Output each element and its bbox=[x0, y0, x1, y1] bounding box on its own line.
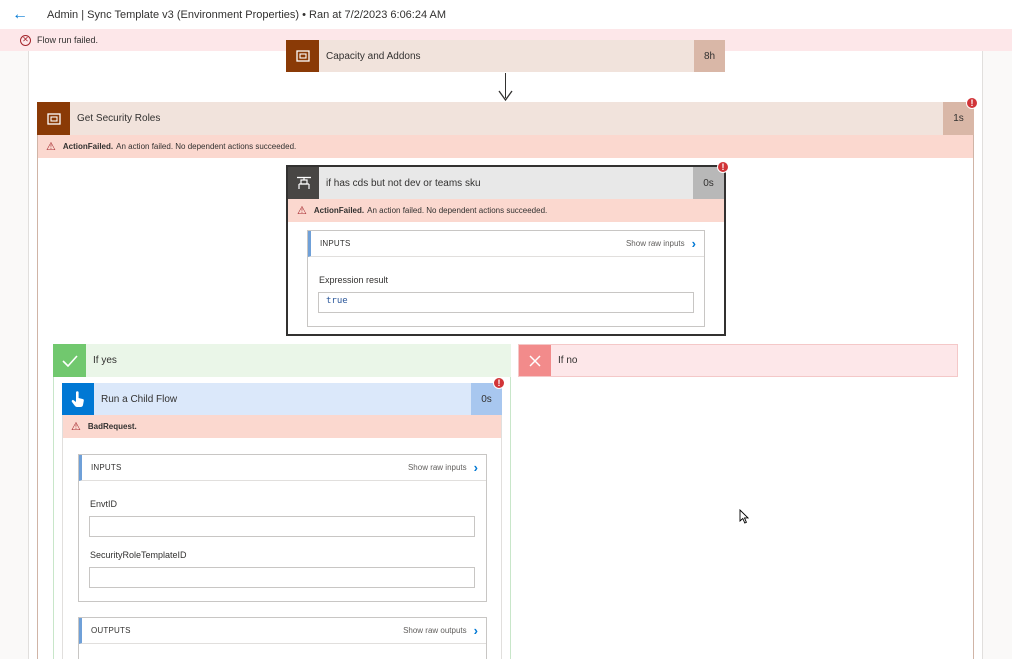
error-code: ActionFailed. bbox=[62, 142, 114, 151]
error-code: BadRequest. bbox=[87, 422, 137, 431]
chevron-right-icon: › bbox=[691, 236, 696, 251]
top-header: ← Admin | Sync Template v3 (Environment … bbox=[0, 0, 1012, 29]
hand-pointer-icon bbox=[62, 383, 94, 415]
error-message: An action failed. No dependent actions s… bbox=[367, 206, 548, 215]
capacity-duration: 8h bbox=[694, 40, 725, 72]
condition-branch-icon bbox=[288, 167, 319, 199]
capacity-addons-card[interactable]: Capacity and Addons 8h bbox=[286, 40, 725, 72]
outputs-label: OUTPUTS bbox=[91, 626, 131, 635]
condition-title: if has cds but not dev or teams sku bbox=[326, 177, 481, 189]
chevron-right-icon: › bbox=[473, 460, 478, 475]
show-raw-outputs-link[interactable]: Show raw outputs › bbox=[403, 624, 478, 637]
action-box-icon bbox=[37, 102, 70, 135]
warning-icon: ⚠ bbox=[71, 421, 81, 433]
condition-error-badge: ! bbox=[717, 161, 729, 173]
child-flow-header[interactable]: Run a Child Flow 0s bbox=[62, 383, 502, 415]
error-circle-icon: ✕ bbox=[20, 34, 31, 46]
if-no-header[interactable]: If no bbox=[518, 344, 958, 377]
back-arrow-icon: ← bbox=[12, 5, 28, 23]
warning-icon: ⚠ bbox=[297, 205, 307, 217]
chevron-right-icon: › bbox=[473, 623, 478, 638]
condition-error-row: ⚠ ActionFailed. An action failed. No dep… bbox=[288, 199, 724, 222]
show-raw-outputs-text: Show raw outputs bbox=[403, 626, 467, 635]
check-icon bbox=[53, 344, 86, 377]
warning-icon: ⚠ bbox=[46, 141, 56, 153]
security-role-template-id-label: SecurityRoleTemplateID bbox=[90, 550, 187, 560]
security-roles-error-row: ⚠ ActionFailed. An action failed. No dep… bbox=[38, 135, 973, 158]
show-raw-inputs-link[interactable]: Show raw inputs › bbox=[626, 237, 696, 250]
inputs-header: INPUTS Show raw inputs › bbox=[308, 231, 704, 257]
error-code: ActionFailed. bbox=[313, 206, 365, 215]
security-role-template-id-field[interactable] bbox=[89, 567, 475, 588]
child-flow-title: Run a Child Flow bbox=[101, 393, 178, 405]
child-flow-outputs-section: OUTPUTS Show raw outputs › bbox=[78, 617, 487, 659]
action-box-icon bbox=[286, 40, 319, 72]
connector-arrow-icon bbox=[498, 90, 513, 102]
if-no-label: If no bbox=[558, 355, 578, 366]
if-yes-label: If yes bbox=[93, 355, 117, 366]
capacity-addons-title: Capacity and Addons bbox=[326, 50, 421, 62]
inputs-header: INPUTS Show raw inputs › bbox=[79, 455, 486, 481]
x-icon bbox=[519, 345, 551, 376]
condition-inputs-section: INPUTS Show raw inputs › Expression resu… bbox=[307, 230, 705, 327]
expression-result-label: Expression result bbox=[319, 275, 389, 285]
child-flow-error-badge: ! bbox=[493, 377, 505, 389]
security-roles-title: Get Security Roles bbox=[77, 113, 161, 124]
mouse-cursor-icon bbox=[739, 509, 749, 524]
show-raw-inputs-text: Show raw inputs bbox=[407, 463, 467, 472]
inputs-label: INPUTS bbox=[91, 463, 122, 472]
security-roles-error-badge: ! bbox=[966, 97, 978, 109]
child-flow-inputs-section: INPUTS Show raw inputs › EnvtID Security… bbox=[78, 454, 487, 602]
inputs-label: INPUTS bbox=[320, 239, 351, 248]
child-flow-error-row: ⚠ BadRequest. bbox=[63, 415, 501, 438]
get-security-roles-header[interactable]: Get Security Roles 1s bbox=[37, 102, 974, 135]
expression-result-field[interactable]: true bbox=[318, 292, 694, 313]
outputs-header: OUTPUTS Show raw outputs › bbox=[79, 618, 486, 644]
envtid-label: EnvtID bbox=[90, 499, 118, 509]
error-banner-text: Flow run failed. bbox=[37, 35, 99, 45]
show-raw-inputs-link[interactable]: Show raw inputs › bbox=[408, 461, 478, 474]
condition-header[interactable]: if has cds but not dev or teams sku 0s bbox=[288, 167, 724, 199]
page-title: Admin | Sync Template v3 (Environment Pr… bbox=[47, 8, 447, 21]
show-raw-inputs-text: Show raw inputs bbox=[625, 239, 685, 248]
back-button[interactable]: ← bbox=[0, 0, 40, 29]
error-message: An action failed. No dependent actions s… bbox=[116, 142, 297, 151]
if-yes-header[interactable]: If yes bbox=[53, 344, 511, 377]
envtid-field[interactable] bbox=[89, 516, 475, 537]
